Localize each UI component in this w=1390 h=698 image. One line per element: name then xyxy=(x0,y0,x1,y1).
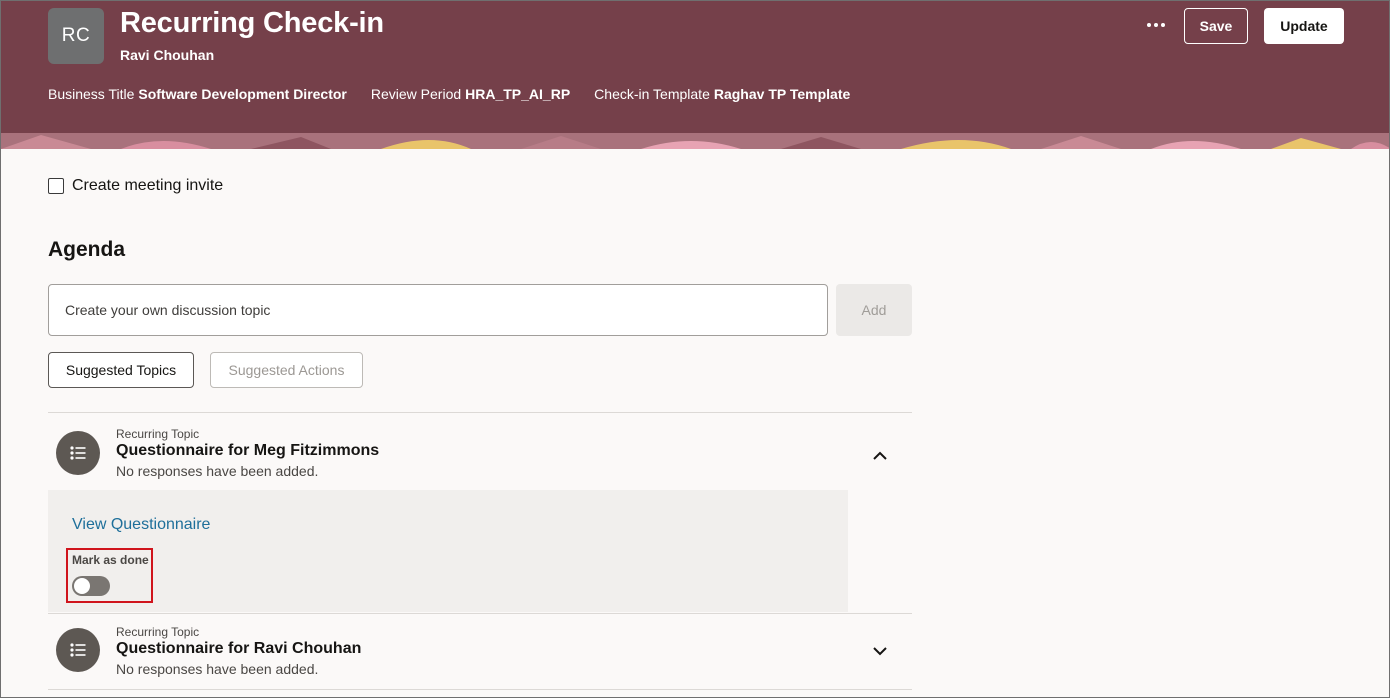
more-options-button[interactable] xyxy=(1140,10,1172,40)
page-header: RC Recurring Check-in Ravi Chouhan Busin… xyxy=(1,1,1389,149)
avatar: RC xyxy=(48,8,104,64)
save-button[interactable]: Save xyxy=(1184,8,1248,44)
discussion-topic-input[interactable] xyxy=(48,284,828,336)
tab-suggested-actions[interactable]: Suggested Actions xyxy=(210,352,363,388)
page-title: Recurring Check-in xyxy=(120,7,384,39)
mark-as-done-highlight: Mark as done xyxy=(66,548,153,603)
meta-key: Check-in Template xyxy=(594,86,710,102)
topic-title: Questionnaire for Meg Fitzimmons xyxy=(116,442,380,459)
more-horizontal-icon xyxy=(1161,23,1165,27)
meta-key: Review Period xyxy=(370,86,462,102)
meta-review-period: Review Period HRA_TP_AI_RP xyxy=(371,86,570,102)
topic-title: Questionnaire for Ravi Chouhan xyxy=(116,640,362,657)
meeting-invite-checkbox[interactable] xyxy=(48,178,64,194)
agenda-heading: Agenda xyxy=(48,238,126,261)
list-icon xyxy=(56,431,100,475)
divider xyxy=(48,689,912,690)
meta-value: Raghav TP Template xyxy=(713,86,851,102)
topic-row-ravi[interactable]: Recurring Topic Questionnaire for Ravi C… xyxy=(48,613,912,683)
chevron-up-icon[interactable] xyxy=(866,444,894,466)
add-topic-button[interactable]: Add xyxy=(836,284,912,336)
meta-check-in-template: Check-in Template Raghav TP Template xyxy=(594,86,850,102)
topic-row-meg[interactable]: Recurring Topic Questionnaire for Meg Fi… xyxy=(48,413,912,483)
more-horizontal-icon xyxy=(1154,23,1158,27)
update-button[interactable]: Update xyxy=(1264,8,1344,44)
more-horizontal-icon xyxy=(1147,23,1151,27)
topic-kicker: Recurring Topic xyxy=(116,625,200,639)
meta-value: Software Development Director xyxy=(138,86,347,102)
header-decoration xyxy=(1,133,1389,149)
topic-kicker: Recurring Topic xyxy=(116,427,200,441)
tab-suggested-topics[interactable]: Suggested Topics xyxy=(48,352,194,388)
meeting-invite-label: Create meeting invite xyxy=(72,177,224,194)
toggle-knob xyxy=(74,578,90,594)
meta-business-title: Business Title Software Development Direc… xyxy=(48,86,347,102)
chevron-down-icon[interactable] xyxy=(866,640,894,662)
header-meta: Business Title Software Development Direc… xyxy=(48,86,850,102)
topic-expanded-panel: View Questionnaire Mark as done xyxy=(48,490,848,612)
create-meeting-invite[interactable]: Create meeting invite xyxy=(48,177,223,195)
meta-key: Business Title xyxy=(48,86,135,102)
mark-as-done-toggle[interactable] xyxy=(72,576,110,596)
view-questionnaire-link[interactable]: View Questionnaire xyxy=(72,516,210,534)
employee-name: Ravi Chouhan xyxy=(120,47,215,63)
mark-as-done-label: Mark as done xyxy=(72,553,149,567)
topic-status: No responses have been added. xyxy=(116,661,319,677)
topic-status: No responses have been added. xyxy=(116,463,319,479)
meta-value: HRA_TP_AI_RP xyxy=(465,86,571,102)
check-in-page: RC Recurring Check-in Ravi Chouhan Busin… xyxy=(0,0,1390,698)
list-icon xyxy=(56,628,100,672)
